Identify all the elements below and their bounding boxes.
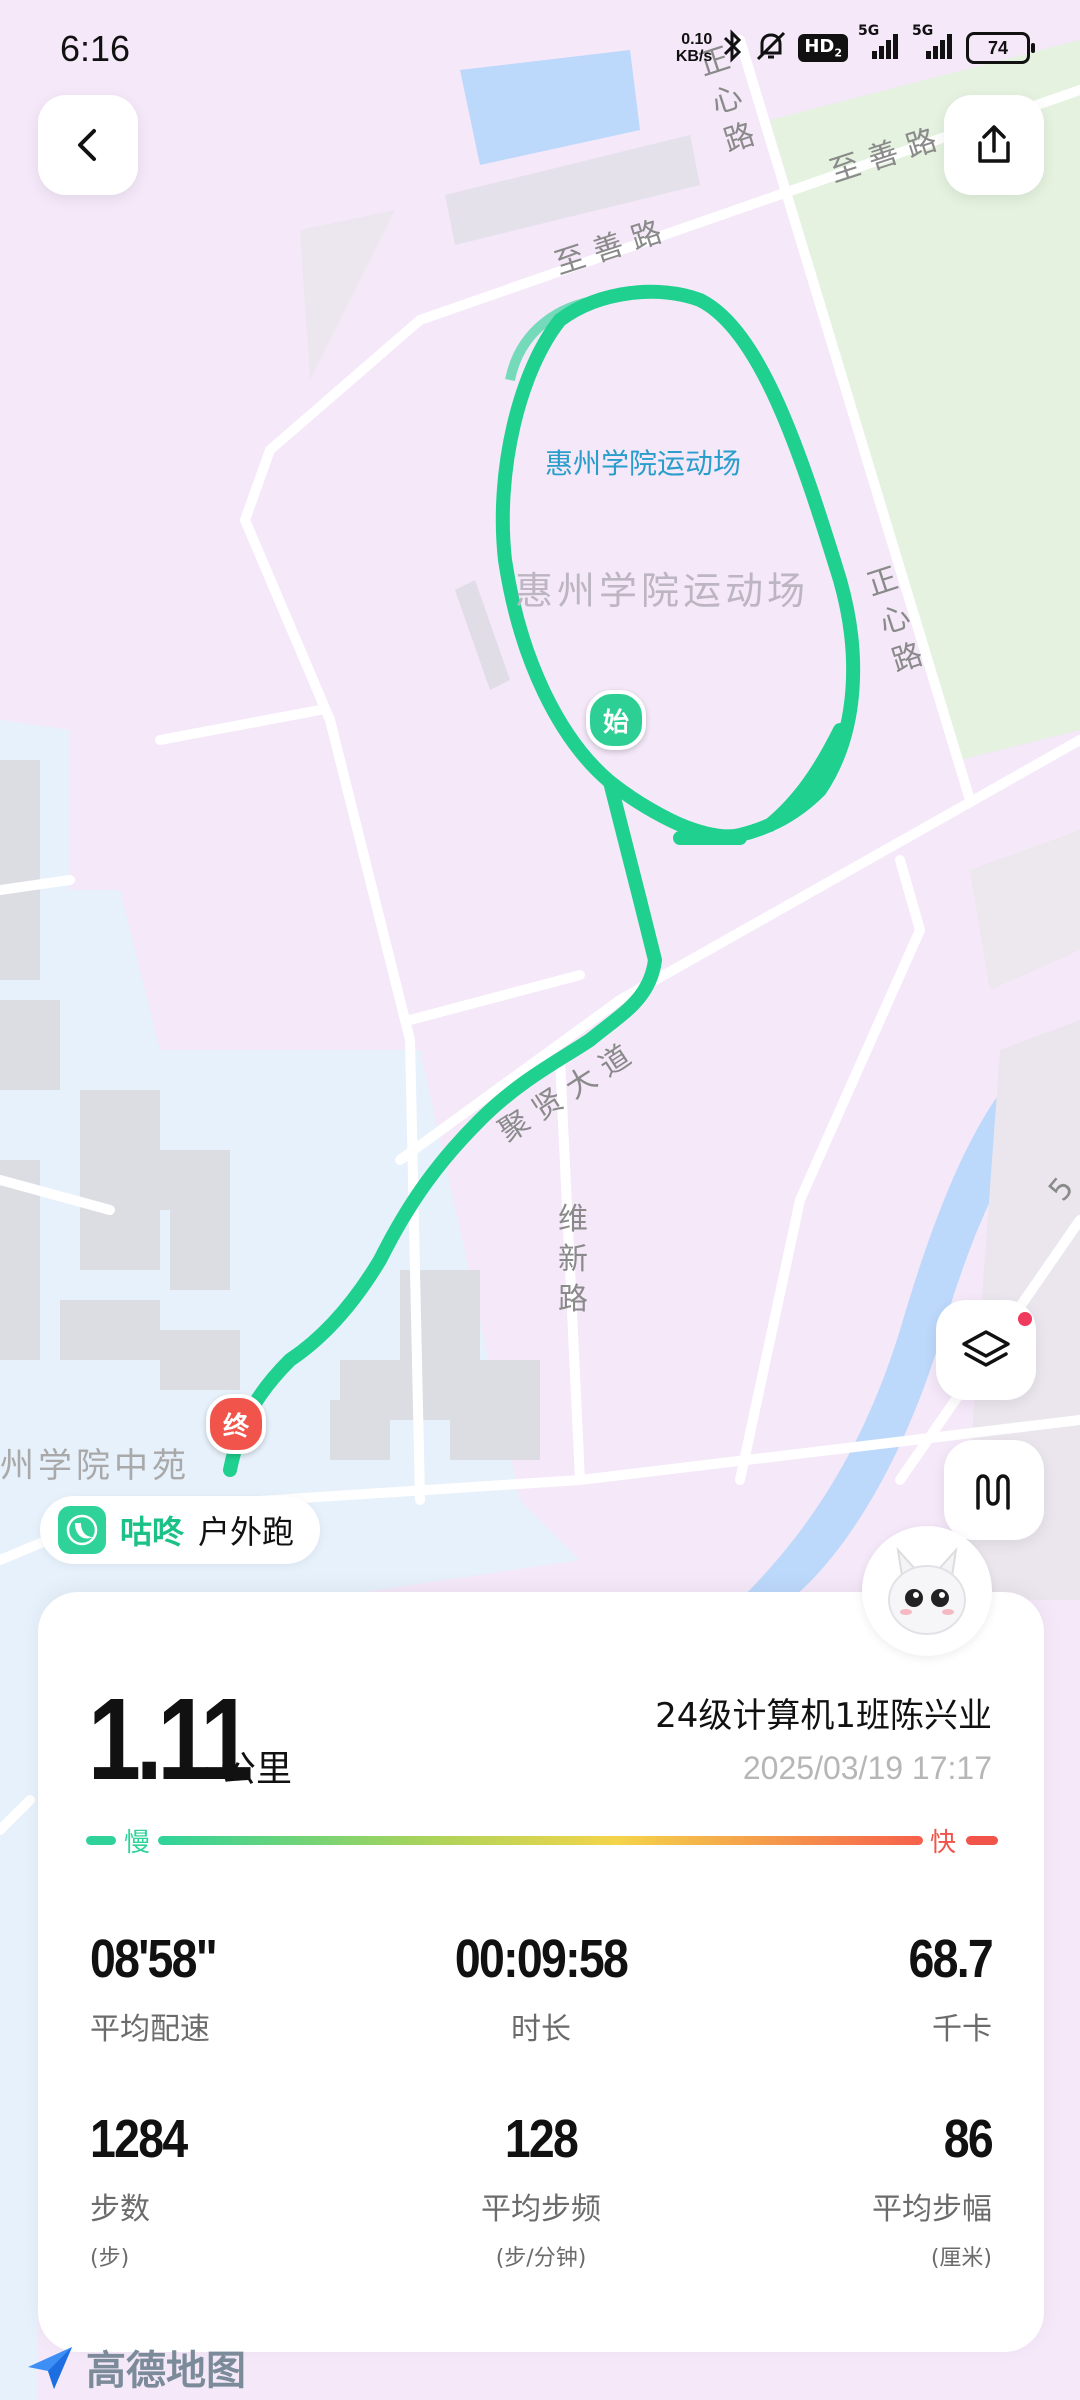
app-brand: 咕咚 <box>120 1513 185 1551</box>
stat-unit: (步/分钟) <box>495 2246 587 2271</box>
stat-stride: 86 平均步幅 (厘米) <box>692 2108 994 2272</box>
codoon-logo-icon <box>58 1506 106 1554</box>
stat-value: 1284 <box>90 2109 188 2169</box>
stat-calories: 68.7 千卡 <box>692 1928 993 2048</box>
net-speed-value: 0.10 <box>681 31 713 48</box>
share-button[interactable] <box>944 95 1044 195</box>
stat-label: 平均配速 <box>90 2012 210 2047</box>
chevron-left-icon <box>78 129 96 161</box>
signal-label: 5G <box>858 23 880 39</box>
stat-label: 平均步幅 <box>872 2192 992 2227</box>
amap-logo-icon <box>28 2347 72 2389</box>
stat-avg-pace: 08'58" 平均配速 <box>90 1928 390 2048</box>
route-replay-button[interactable] <box>944 1440 1044 1540</box>
stat-value: 128 <box>504 2109 579 2169</box>
battery-level: 74 <box>987 37 1009 58</box>
stat-label: 千卡 <box>932 2012 992 2047</box>
route-icon <box>976 1474 1010 1510</box>
app-badge: 咕咚 户外跑 <box>40 1496 321 1564</box>
stat-duration: 00:09:58 时长 <box>391 1928 691 2048</box>
stat-label: 时长 <box>511 2012 571 2047</box>
status-bar: 6:16 0.10 KB/s HD2 5G 5G 74 <box>0 0 1080 100</box>
stat-label: 步数 <box>90 2192 150 2227</box>
net-speed-unit: KB/s <box>675 48 713 65</box>
stat-unit: (步) <box>90 2246 130 2271</box>
stadium-marker-label: 惠州学院运动场 <box>545 447 742 480</box>
hd-voice-badge: HD2 <box>798 34 848 62</box>
distance-unit: 公里 <box>220 1749 293 1790</box>
speed-fast-label: 快 <box>930 1828 957 1858</box>
avatar[interactable] <box>862 1526 992 1656</box>
speed-slow-label: 慢 <box>124 1828 151 1858</box>
hd-sub: 2 <box>834 46 842 60</box>
back-button[interactable] <box>38 95 138 195</box>
mute-bell-icon <box>754 29 788 68</box>
share-icon <box>978 125 1010 163</box>
area-label-zhongyuan: 州学院中苑 <box>0 1446 190 1486</box>
mascot-avatar-icon <box>888 1546 966 1635</box>
start-pin[interactable]: 始 <box>586 690 646 750</box>
notification-dot <box>1018 1312 1032 1326</box>
status-icons: 0.10 KB/s HD2 5G 5G 74 <box>676 23 1035 70</box>
activity-type: 户外跑 <box>198 1513 295 1551</box>
stat-value: 68.7 <box>908 1929 993 1989</box>
status-time: 6:16 <box>60 28 131 69</box>
stat-unit: (厘米) <box>930 2246 992 2271</box>
summary-card: 1.11 公里 24级计算机1班陈兴业 2025/03/19 17:17 慢 快… <box>38 1592 1044 2352</box>
hd-text: HD <box>804 36 835 58</box>
stat-label: 平均步频 <box>481 2192 601 2227</box>
stat-steps: 1284 步数 (步) <box>90 2108 390 2272</box>
user-name: 24级计算机1班陈兴业 <box>655 1696 992 1736</box>
stadium-area-label: 惠州学院运动场 <box>515 569 810 613</box>
map-layers-button[interactable] <box>936 1300 1036 1400</box>
speed-legend: 慢 快 <box>86 1820 998 1860</box>
battery-icon: 74 <box>966 32 1035 64</box>
stat-cadence: 128 平均步频 (步/分钟) <box>391 2108 691 2272</box>
road-label-weixin: 维新路 <box>558 1202 588 1317</box>
activity-datetime: 2025/03/19 17:17 <box>742 1750 992 1786</box>
end-pin[interactable]: 终 <box>206 1394 266 1454</box>
start-pin-label: 始 <box>602 707 629 738</box>
bluetooth-icon <box>722 28 744 68</box>
net-speed: 0.10 KB/s <box>676 31 712 65</box>
signal-icon: 5G <box>912 23 956 67</box>
stat-value: 08'58" <box>90 1929 218 1989</box>
map-provider-watermark: 高德地图 <box>24 2338 246 2396</box>
layers-icon <box>962 1330 1010 1367</box>
watermark-text: 高德地图 <box>86 2348 246 2394</box>
signal-icon: 5G <box>858 23 902 67</box>
end-pin-label: 终 <box>222 1411 249 1442</box>
stat-value: 86 <box>943 2109 994 2169</box>
stat-value: 00:09:58 <box>454 1929 629 1989</box>
signal-label: 5G <box>912 23 934 39</box>
